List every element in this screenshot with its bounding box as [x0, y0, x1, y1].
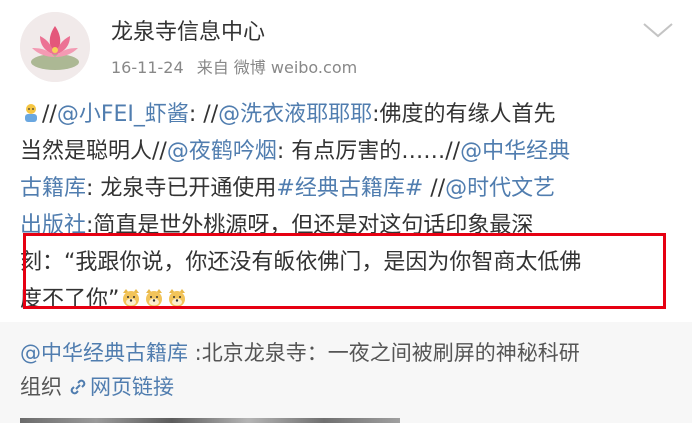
mention-link[interactable]: @小FEI_虾酱 — [57, 102, 189, 127]
post-line-3: 古籍库: 龙泉寺已开通使用#经典古籍库# //@时代文艺 — [20, 170, 680, 207]
highlight-box — [23, 233, 666, 309]
weibo-post-card: 龙泉寺信息中心 16-11-24 来自 微博 weibo.com //@小FEI… — [0, 0, 692, 423]
post-text-segment: : 龙泉寺已开通使用 — [86, 176, 277, 201]
avatar[interactable] — [20, 12, 90, 82]
link-icon[interactable] — [68, 377, 88, 397]
post-text-segment: : // — [188, 102, 219, 127]
post-line-1: //@小FEI_虾酱: //@洗衣液耶耶耶:佛度的有缘人首先 — [20, 96, 680, 133]
post-text-segment: // — [423, 176, 446, 201]
mention-link[interactable]: 古籍库 — [20, 176, 86, 201]
lotus-avatar-icon — [20, 12, 90, 82]
repost-line-1: @中华经典古籍库 :北京龙泉寺：一夜之间被刷屏的神秘科研 — [20, 336, 680, 370]
chevron-down-icon[interactable] — [640, 20, 676, 40]
repost-text: @中华经典古籍库 :北京龙泉寺：一夜之间被刷屏的神秘科研 组织 网页链接 — [20, 336, 680, 404]
post-date: 16-11-24 — [111, 58, 184, 77]
repost-body-1: :北京龙泉寺：一夜之间被刷屏的神秘科研 — [188, 341, 580, 365]
repost-image-preview[interactable] — [20, 418, 400, 423]
web-link[interactable]: 网页链接 — [90, 375, 174, 399]
repost-line-2: 组织 网页链接 — [20, 370, 680, 404]
repost-body-2: 组织 — [20, 375, 62, 399]
post-source[interactable]: 来自 微博 weibo.com — [197, 58, 357, 77]
repost-author-link[interactable]: @中华经典古籍库 — [20, 341, 188, 365]
post-text-segment: // — [42, 102, 57, 127]
post-text-segment: : 有点厉害的……// — [276, 139, 461, 164]
user-name[interactable]: 龙泉寺信息中心 — [111, 18, 265, 48]
repost-panel[interactable]: @中华经典古籍库 :北京龙泉寺：一夜之间被刷屏的神秘科研 组织 网页链接 — [0, 322, 692, 423]
post-text-segment: 当然是聪明人// — [20, 139, 167, 164]
mention-link[interactable]: @洗衣液耶耶耶 — [218, 102, 372, 127]
topic-link[interactable]: #经典古籍库# — [276, 176, 423, 201]
mention-link[interactable]: @夜鹤吟烟 — [167, 139, 277, 164]
person-emoji-icon — [25, 104, 37, 122]
post-line-2: 当然是聪明人//@夜鹤吟烟: 有点厉害的……//@中华经典 — [20, 133, 680, 170]
post-text-segment: :佛度的有缘人首先 — [372, 102, 556, 127]
mention-link[interactable]: @中华经典 — [460, 139, 570, 164]
mention-link[interactable]: @时代文艺 — [445, 176, 555, 201]
post-meta: 16-11-24 来自 微博 weibo.com — [111, 57, 365, 79]
